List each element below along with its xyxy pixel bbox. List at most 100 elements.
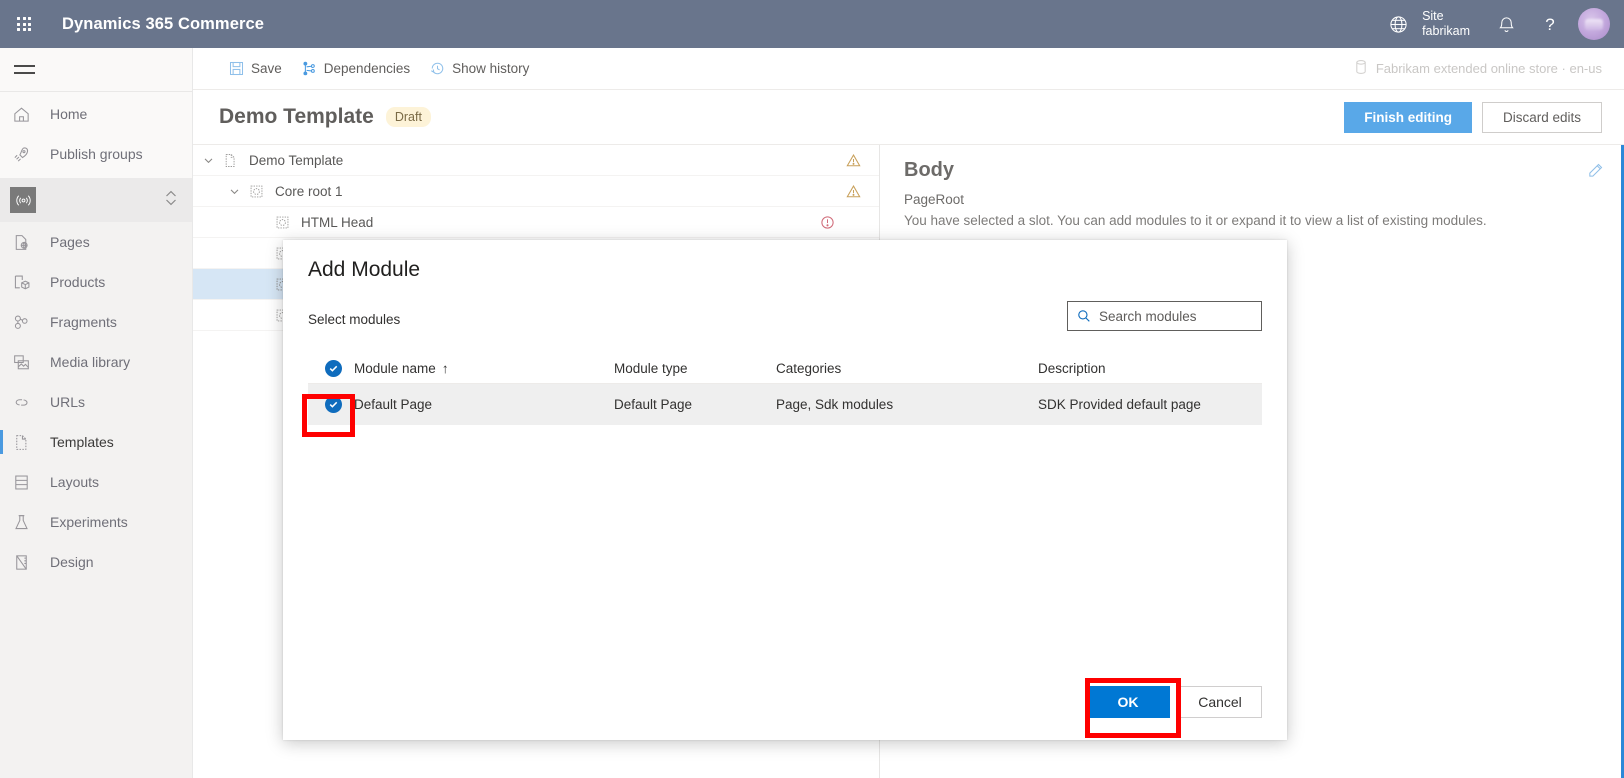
layouts-icon <box>12 473 44 492</box>
link-icon <box>12 393 44 412</box>
modules-grid: Module name ↑ Module type Categories Desc… <box>308 353 1262 425</box>
select-modules-label: Select modules <box>308 312 401 327</box>
cell-module-type: Default Page <box>614 397 693 412</box>
column-header-module-name[interactable]: Module name ↑ <box>354 361 614 376</box>
top-navigation-bar: Dynamics 365 Commerce Site fabrikam ? <box>0 0 1624 48</box>
sidebar-item-fragments[interactable]: Fragments <box>0 302 192 342</box>
history-clock-icon <box>430 61 445 76</box>
show-history-button[interactable]: Show history <box>420 53 539 85</box>
database-icon <box>1354 59 1368 78</box>
dialog-title: Add Module <box>308 258 421 281</box>
app-launcher-icon[interactable] <box>0 0 48 48</box>
property-pane-subtitle: PageRoot <box>904 192 965 207</box>
sidebar-group-primary: Home Publish groups <box>0 92 192 178</box>
search-input[interactable] <box>1099 308 1249 324</box>
sidebar-item-media-library[interactable]: Media library <box>0 342 192 382</box>
sort-ascending-icon: ↑ <box>441 360 449 376</box>
save-button-label: Save <box>251 61 282 76</box>
save-button[interactable]: Save <box>219 53 292 85</box>
module-icon <box>245 184 267 199</box>
search-modules-box[interactable] <box>1067 301 1262 331</box>
sidebar-item-label: Home <box>50 106 88 122</box>
hamburger-menu-icon[interactable] <box>14 61 40 79</box>
notifications-bell-icon[interactable] <box>1484 0 1528 48</box>
page-globe-icon <box>12 233 44 252</box>
column-header-module-type[interactable]: Module type <box>614 361 776 376</box>
modules-grid-header: Module name ↑ Module type Categories Desc… <box>308 353 1262 384</box>
dependencies-icon <box>302 61 317 76</box>
sidebar-item-templates[interactable]: Templates <box>0 422 192 462</box>
sidebar-collapse-row <box>0 48 192 92</box>
page-header: Demo Template Draft Finish editing Disca… <box>193 90 1624 145</box>
channel-broadcast-icon <box>10 187 36 213</box>
dependencies-button[interactable]: Dependencies <box>292 53 420 85</box>
page-title: Demo Template <box>219 105 374 128</box>
column-header-categories[interactable]: Categories <box>776 361 1038 376</box>
table-row[interactable]: Default Page Default Page Page, Sdk modu… <box>308 384 1262 425</box>
globe-icon[interactable] <box>1376 0 1420 48</box>
sidebar-item-pages[interactable]: Pages <box>0 222 192 262</box>
column-header-label: Module name <box>354 360 436 376</box>
command-bar: Save Dependencies Show history Fabrikam … <box>193 48 1624 90</box>
column-header-description[interactable]: Description <box>1038 361 1262 376</box>
sidebar-item-label: Design <box>50 554 94 570</box>
sidebar-item-urls[interactable]: URLs <box>0 382 192 422</box>
row-checkbox-cell[interactable] <box>308 396 354 413</box>
fragments-icon <box>12 313 44 332</box>
warning-icon[interactable] <box>846 184 861 199</box>
tree-row[interactable]: Core root 1 <box>193 176 879 207</box>
design-ruler-icon <box>12 553 44 572</box>
property-pane-title: Body <box>904 159 954 181</box>
cell-module-name: Default Page <box>354 397 433 412</box>
tree-row[interactable]: Demo Template <box>193 145 879 176</box>
select-all-checkbox-cell[interactable] <box>308 359 354 377</box>
finish-editing-button[interactable]: Finish editing <box>1344 101 1472 133</box>
sidebar-item-publish-groups[interactable]: Publish groups <box>0 134 192 174</box>
tree-row[interactable]: HTML Head <box>193 207 879 238</box>
error-icon[interactable] <box>820 215 835 230</box>
help-question-icon[interactable]: ? <box>1528 0 1572 48</box>
warning-icon[interactable] <box>846 153 861 168</box>
sidebar-item-label: Fragments <box>50 314 117 330</box>
sidebar-item-label: Products <box>50 274 106 290</box>
sidebar-item-design[interactable]: Design <box>0 542 192 582</box>
flask-icon <box>12 513 44 532</box>
left-sidebar: Home Publish groups Pages Products Fragm… <box>0 48 193 778</box>
property-pane-description: You have selected a slot. You can add mo… <box>904 213 1487 228</box>
sidebar-item-experiments[interactable]: Experiments <box>0 502 192 542</box>
document-icon <box>219 153 241 168</box>
sidebar-item-layouts[interactable]: Layouts <box>0 462 192 502</box>
pencil-edit-icon[interactable] <box>1580 155 1610 185</box>
save-disk-icon <box>229 61 244 76</box>
cell-categories: Page, Sdk modules <box>776 397 894 412</box>
tree-row-label: Core root 1 <box>275 183 343 199</box>
show-history-button-label: Show history <box>452 61 530 76</box>
sidebar-item-label: Layouts <box>50 474 100 490</box>
top-bar-actions: Site fabrikam ? <box>1376 0 1624 48</box>
row-checkbox[interactable] <box>325 396 342 413</box>
select-all-checkbox[interactable] <box>325 359 342 377</box>
product-box-icon <box>12 273 44 292</box>
search-icon <box>1077 309 1091 323</box>
page-header-actions: Finish editing Discard edits <box>1344 101 1624 133</box>
home-icon <box>12 105 44 124</box>
rocket-icon <box>12 145 44 164</box>
site-selector-label: Site <box>1422 9 1444 23</box>
media-library-icon <box>12 353 44 372</box>
tree-row-label: Demo Template <box>249 152 344 168</box>
add-module-dialog: Add Module Select modules Module name ↑ <box>283 240 1287 740</box>
sidebar-item-products[interactable]: Products <box>0 262 192 302</box>
site-selector-value: fabrikam <box>1422 24 1470 38</box>
chevron-down-icon[interactable] <box>197 155 219 166</box>
channel-selector[interactable] <box>0 178 192 222</box>
tree-row-label: HTML Head <box>301 214 374 230</box>
status-badge: Draft <box>385 107 431 127</box>
cancel-button[interactable]: Cancel <box>1178 686 1262 718</box>
site-selector[interactable]: Site fabrikam <box>1420 9 1484 39</box>
discard-edits-button[interactable]: Discard edits <box>1481 101 1602 133</box>
avatar[interactable] <box>1578 8 1610 40</box>
dependencies-button-label: Dependencies <box>323 61 411 76</box>
sidebar-item-home[interactable]: Home <box>0 94 192 134</box>
chevron-down-icon[interactable] <box>223 186 245 197</box>
ok-button[interactable]: OK <box>1086 686 1170 718</box>
